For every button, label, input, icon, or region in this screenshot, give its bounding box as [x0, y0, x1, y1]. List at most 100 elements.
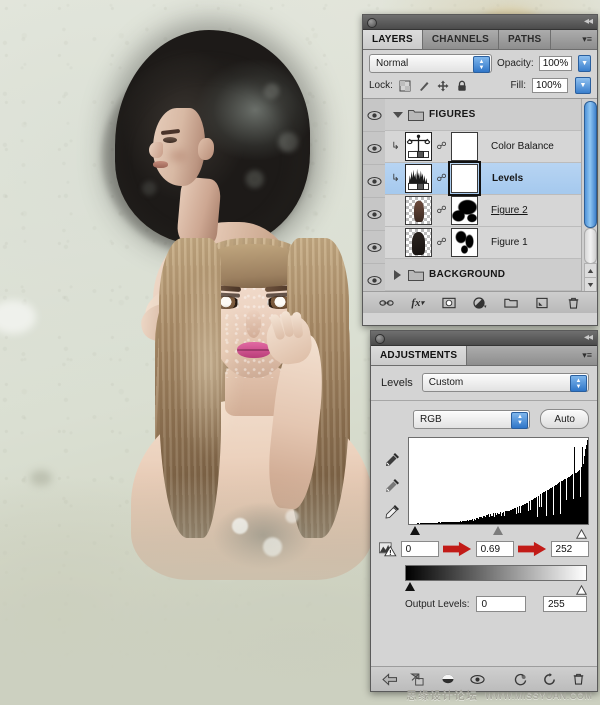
shadow-input-value[interactable]: 0: [400, 541, 440, 557]
link-mask-icon[interactable]: ☍: [436, 140, 446, 154]
new-group-icon[interactable]: [504, 296, 519, 310]
table-row[interactable]: ☍ Figure 2: [385, 195, 582, 227]
tab-channels[interactable]: CHANNELS: [423, 30, 500, 49]
add-layer-mask-icon[interactable]: [441, 296, 456, 310]
levels-thumbnail[interactable]: [405, 164, 432, 193]
expand-view-icon[interactable]: [409, 671, 426, 687]
opacity-input[interactable]: 100%: [538, 56, 573, 71]
layers-panel-titlebar[interactable]: ◂◂: [363, 15, 597, 30]
layers-panel-tabs[interactable]: LAYERS CHANNELS PATHS ▾≡: [363, 30, 597, 50]
lock-position-icon[interactable]: [437, 80, 449, 92]
layer-visibility-toggle[interactable]: [363, 99, 385, 132]
adjustments-panel[interactable]: ◂◂ ADJUSTMENTS ▾≡ Levels Custom ▲ ▼ RGB ▲…: [370, 330, 598, 692]
chevron-updown-icon[interactable]: ▲ ▼: [570, 375, 587, 392]
table-row[interactable]: BACKGROUND: [385, 259, 582, 291]
chevron-updown-icon[interactable]: ▲ ▼: [473, 56, 490, 73]
delete-layer-icon[interactable]: [566, 296, 581, 310]
midtone-input-value[interactable]: 0.69: [475, 541, 515, 557]
fill-dropdown-icon[interactable]: ▼: [575, 77, 591, 94]
chevron-down-icon[interactable]: [393, 111, 403, 118]
auto-button[interactable]: Auto: [540, 409, 589, 429]
eye-icon[interactable]: [366, 110, 382, 121]
table-row[interactable]: FIGURES: [385, 99, 582, 131]
output-levels-row[interactable]: Output Levels: 0 255: [371, 593, 597, 612]
set-black-point-eyedropper[interactable]: [384, 451, 401, 468]
adjustments-panel-titlebar[interactable]: ◂◂: [371, 331, 597, 346]
scrollbar-track-lower[interactable]: [584, 228, 597, 264]
output-white-value[interactable]: 255: [543, 596, 587, 612]
collapse-chevrons-icon[interactable]: ◂◂: [584, 16, 593, 28]
chevron-right-icon[interactable]: [394, 269, 401, 280]
layers-panel[interactable]: ◂◂ LAYERS CHANNELS PATHS ▾≡ Normal ▲ ▼ Op…: [362, 14, 598, 326]
preset-row[interactable]: Levels Custom ▲ ▼: [371, 366, 597, 401]
preset-select[interactable]: Custom ▲ ▼: [421, 373, 589, 392]
eye-icon[interactable]: [366, 242, 382, 253]
layer-list[interactable]: FIGURES ↳ ☍ Color Balance ↳ ☍ Levels ☍ F…: [363, 99, 597, 291]
lock-row[interactable]: Lock: Fill: 100% ▼: [363, 76, 597, 99]
output-black-value[interactable]: 0: [476, 596, 527, 612]
return-to-list-icon[interactable]: [381, 671, 398, 687]
link-mask-icon[interactable]: ☍: [436, 172, 446, 186]
link-mask-icon[interactable]: ☍: [436, 204, 446, 218]
layer-visibility-column[interactable]: [363, 99, 386, 291]
reset-adjustment-icon[interactable]: [541, 671, 558, 687]
set-gray-point-eyedropper[interactable]: [384, 477, 401, 494]
layer-visibility-toggle[interactable]: [363, 132, 385, 165]
channel-row[interactable]: RGB ▲ ▼ Auto: [371, 401, 597, 435]
link-mask-icon[interactable]: ☍: [436, 236, 446, 250]
blend-mode-select[interactable]: Normal ▲ ▼: [369, 54, 492, 73]
highlight-input-marker[interactable]: [575, 526, 588, 539]
panel-menu-icon[interactable]: ▾≡: [582, 33, 592, 45]
eye-icon[interactable]: [366, 176, 382, 187]
close-icon[interactable]: [367, 18, 377, 28]
lock-image-icon[interactable]: [418, 80, 430, 92]
scroll-down-arrow-icon[interactable]: [584, 277, 597, 291]
eyedropper-column[interactable]: [379, 437, 405, 538]
delete-adjustment-icon[interactable]: [570, 671, 587, 687]
eye-icon[interactable]: [366, 275, 382, 286]
input-levels-slider[interactable]: [408, 525, 589, 539]
tab-adjustments[interactable]: ADJUSTMENTS: [371, 346, 468, 365]
new-adjustment-layer-icon[interactable]: ▾: [472, 296, 487, 310]
set-white-point-eyedropper[interactable]: [384, 503, 401, 520]
layer-thumbnail[interactable]: [405, 228, 432, 257]
panel-menu-icon[interactable]: ▾≡: [582, 349, 592, 361]
output-levels-slider[interactable]: [405, 581, 588, 595]
layer-visibility-toggle[interactable]: [363, 198, 385, 231]
adjustments-body[interactable]: Levels Custom ▲ ▼ RGB ▲ ▼ Auto 0 0.69 25…: [371, 366, 597, 612]
chevron-updown-icon[interactable]: ▲ ▼: [511, 411, 529, 429]
layer-style-fx-icon[interactable]: fx ▾: [410, 296, 425, 310]
link-layers-icon[interactable]: [379, 296, 394, 310]
input-levels-row[interactable]: 0 0.69 252: [371, 538, 597, 562]
color-balance-thumbnail[interactable]: [405, 132, 432, 161]
table-row[interactable]: ↳ ☍ Color Balance: [385, 131, 582, 163]
view-previous-state-icon[interactable]: [512, 671, 529, 687]
layers-scrollbar[interactable]: [581, 99, 597, 291]
tab-paths[interactable]: PATHS: [499, 30, 552, 49]
shadow-input-marker[interactable]: [410, 526, 420, 535]
layer-thumbnail[interactable]: [405, 196, 432, 225]
layer-mask-thumbnail[interactable]: [451, 132, 478, 161]
lock-all-icon[interactable]: [456, 80, 468, 92]
output-white-marker[interactable]: [575, 582, 588, 595]
opacity-dropdown-icon[interactable]: ▼: [578, 55, 591, 72]
blend-mode-row[interactable]: Normal ▲ ▼ Opacity: 100% ▼: [363, 50, 597, 76]
scrollbar-thumb[interactable]: [584, 101, 597, 228]
clipping-warning-icon[interactable]: [379, 541, 397, 558]
tab-layers[interactable]: LAYERS: [363, 30, 423, 49]
adjustments-panel-tabs[interactable]: ADJUSTMENTS ▾≡: [371, 346, 597, 366]
histogram-plot[interactable]: [408, 437, 589, 525]
layer-mask-thumbnail[interactable]: [448, 161, 481, 196]
close-icon[interactable]: [375, 334, 385, 344]
layer-visibility-toggle[interactable]: [363, 165, 385, 198]
midtone-input-marker[interactable]: [493, 526, 504, 535]
clip-to-layer-icon[interactable]: [439, 671, 456, 687]
toggle-layer-visibility-icon[interactable]: [469, 671, 486, 687]
histogram-area[interactable]: [371, 435, 597, 539]
eye-icon[interactable]: [366, 143, 382, 154]
layer-visibility-toggle[interactable]: [363, 231, 385, 264]
lock-transparency-icon[interactable]: [399, 80, 411, 92]
eye-icon[interactable]: [366, 209, 382, 220]
layers-panel-footer[interactable]: fx ▾ ▾: [363, 291, 597, 313]
scroll-up-arrow-icon[interactable]: [584, 263, 597, 278]
